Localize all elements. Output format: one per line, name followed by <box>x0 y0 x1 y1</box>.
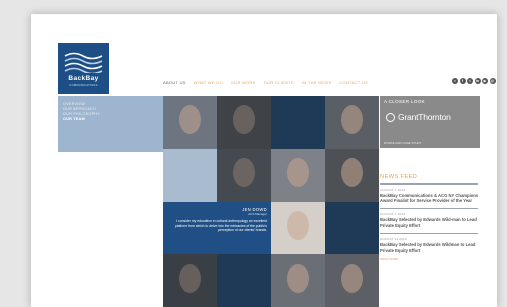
news-item[interactable]: AUGUST 11 2014 BackBay Selected by Edwar… <box>380 237 480 260</box>
news-feed-title: NEWS FEED <box>380 174 418 180</box>
read-more-link[interactable]: READ MORE <box>380 257 480 261</box>
logo-name: BackBay <box>68 75 99 82</box>
team-photo[interactable] <box>325 254 379 307</box>
backbay-logo[interactable]: BackBay COMMUNICATIONS <box>58 43 109 94</box>
youtube-icon[interactable]: ▶ <box>482 78 488 84</box>
linkedin-icon[interactable]: in <box>474 78 481 84</box>
nav-contact-us[interactable]: CONTACT US <box>339 80 368 85</box>
news-headline[interactable]: BackBay Selected by Edwards Wildman to L… <box>380 242 480 252</box>
logo-sub: COMMUNICATIONS <box>69 84 98 87</box>
team-tile <box>325 201 379 255</box>
team-photo-featured[interactable] <box>271 201 325 255</box>
download-case-study-link[interactable]: DOWNLOAD CASE STUDY <box>384 141 422 145</box>
nav-our-clients[interactable]: OUR CLIENTS <box>264 80 294 85</box>
bio-quote: I consider my education in cultural anth… <box>174 219 267 233</box>
news-date: AUGUST 1 2014 <box>380 212 406 217</box>
email-icon[interactable]: @ <box>489 78 496 84</box>
team-tile <box>163 148 217 202</box>
right-sidebar: A CLOSER LOOK GrantThornton DOWNLOAD CAS… <box>380 96 480 261</box>
closer-look-panel[interactable]: A CLOSER LOOK GrantThornton DOWNLOAD CAS… <box>380 96 480 148</box>
divider <box>380 207 478 210</box>
team-tile <box>217 254 271 307</box>
news-headline[interactable]: BackBay Selected by Edwards Wild-man to … <box>380 217 480 227</box>
team-member-bio: JEN DOWD ACS Manager I consider my educa… <box>163 202 271 254</box>
subnav-our-team[interactable]: OUR TEAM <box>63 117 158 122</box>
nav-about-us[interactable]: ABOUT US <box>163 80 186 85</box>
news-date: AUGUST 11 2014 <box>380 237 407 242</box>
team-photo[interactable] <box>217 96 271 149</box>
nav-our-work[interactable]: OUR WORK <box>231 80 256 85</box>
grant-thornton-logo-icon <box>386 112 395 122</box>
nav-in-the-news[interactable]: IN THE NEWS <box>302 80 331 85</box>
divider <box>380 183 478 185</box>
team-photo[interactable] <box>271 148 325 202</box>
news-headline[interactable]: BackBay Communications & ACG NY Champion… <box>380 193 480 203</box>
divider <box>380 232 478 235</box>
team-photo[interactable] <box>271 254 325 307</box>
bio-title: ACS Manager <box>248 212 267 216</box>
team-photo[interactable] <box>325 96 379 149</box>
main-nav: ABOUT US WHAT WE DO OUR WORK OUR CLIENTS… <box>163 80 368 85</box>
team-photo[interactable] <box>163 96 217 149</box>
twitter-icon[interactable]: t <box>467 78 473 84</box>
client-brand: GrantThornton <box>398 112 451 122</box>
team-photo[interactable] <box>217 148 271 202</box>
news-item[interactable]: AUGUST 1 2014 BackBay Communications & A… <box>380 188 480 203</box>
news-item[interactable]: AUGUST 1 2014 BackBay Selected by Edward… <box>380 212 480 227</box>
rss-icon[interactable]: r <box>452 78 458 84</box>
team-tile <box>271 96 325 149</box>
facebook-icon[interactable]: f <box>459 78 466 84</box>
team-photo[interactable] <box>163 254 217 307</box>
news-date: AUGUST 1 2014 <box>380 187 406 192</box>
about-subnav: OVERVIEW OUR APPROACH OUR PHILOSOPHY OUR… <box>58 96 163 152</box>
client-logo: GrantThornton <box>386 112 451 122</box>
closer-look-label: A CLOSER LOOK <box>384 99 425 104</box>
logo-wave-icon <box>64 52 103 73</box>
page-frame: BackBay COMMUNICATIONS ABOUT US WHAT WE … <box>31 14 497 307</box>
nav-what-we-do[interactable]: WHAT WE DO <box>194 80 223 85</box>
team-photo[interactable] <box>325 148 379 202</box>
social-icons: r f t in ▶ @ <box>452 78 496 84</box>
